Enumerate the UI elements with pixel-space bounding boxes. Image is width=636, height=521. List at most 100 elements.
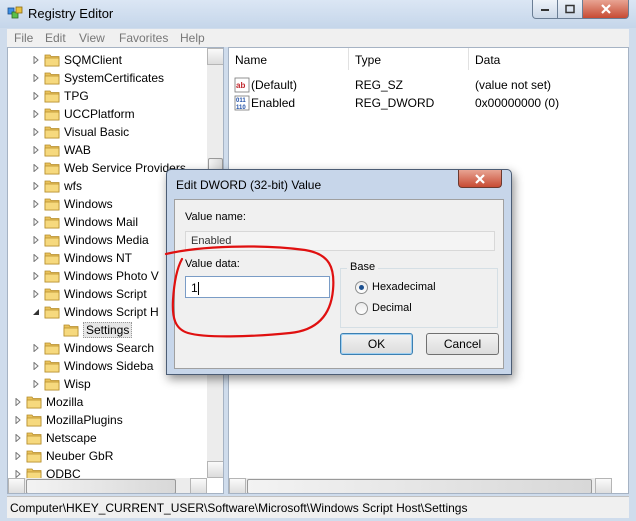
tree-item[interactable]: Neuber GbR: [8, 447, 207, 465]
scroll-right-arrow[interactable]: [595, 478, 612, 493]
decimal-radio[interactable]: [355, 302, 368, 315]
tree-item[interactable]: TPG: [8, 87, 207, 105]
tree-item[interactable]: Mozilla: [8, 393, 207, 411]
value-data-label: Value data:: [185, 258, 240, 270]
folder-icon: [44, 72, 60, 85]
title-bar[interactable]: Registry Editor: [0, 0, 636, 28]
column-header-name[interactable]: Name: [229, 48, 349, 70]
binary-value-icon: 011 110: [234, 95, 250, 111]
folder-icon: [44, 144, 60, 157]
tree-item[interactable]: Wisp: [8, 375, 207, 393]
tree-item[interactable]: WAB: [8, 141, 207, 159]
close-icon: [600, 4, 611, 14]
expand-arrow-icon[interactable]: [32, 380, 40, 388]
scroll-thumb[interactable]: [247, 479, 592, 493]
scroll-down-arrow[interactable]: [207, 461, 223, 478]
expand-arrow-icon[interactable]: [14, 452, 22, 460]
status-path: Computer\HKEY_CURRENT_USER\Software\Micr…: [10, 501, 468, 515]
folder-icon: [44, 216, 60, 229]
dialog-body: Value name: Enabled Value data: 1 Base H…: [174, 199, 504, 369]
scroll-right-arrow[interactable]: [190, 478, 207, 493]
value-row[interactable]: 011 110 Enabled REG_DWORD 0x00000000 (0): [229, 94, 628, 112]
tree-item-label: Windows: [64, 197, 113, 211]
folder-icon: [44, 90, 60, 103]
menu-favorites[interactable]: Favorites: [119, 31, 168, 45]
tree-item[interactable]: Netscape: [8, 429, 207, 447]
tree-item-label: Windows Photo V: [64, 269, 159, 283]
expand-arrow-icon[interactable]: [32, 236, 40, 244]
tree-item[interactable]: MozillaPlugins: [8, 411, 207, 429]
maximize-button[interactable]: [557, 0, 583, 19]
expand-arrow-icon[interactable]: [14, 434, 22, 442]
ok-button[interactable]: OK: [340, 333, 413, 355]
value-data: (value not set): [475, 78, 552, 92]
expand-arrow-icon[interactable]: [32, 74, 40, 82]
svg-text:110: 110: [236, 105, 246, 111]
value-type: REG_SZ: [355, 78, 404, 92]
cancel-button[interactable]: Cancel: [426, 333, 499, 355]
tree-item-label: Wisp: [64, 377, 91, 391]
hexadecimal-label[interactable]: Hexadecimal: [372, 281, 436, 293]
expand-arrow-icon[interactable]: [14, 470, 22, 478]
expand-arrow-icon[interactable]: [32, 128, 40, 136]
folder-icon: [26, 450, 42, 463]
folder-icon: [44, 288, 60, 301]
expand-arrow-icon[interactable]: [32, 146, 40, 154]
tree-item[interactable]: SystemCertificates: [8, 69, 207, 87]
folder-icon: [26, 414, 42, 427]
scroll-up-arrow[interactable]: [207, 48, 223, 65]
expand-arrow-icon[interactable]: [32, 110, 40, 118]
decimal-label[interactable]: Decimal: [372, 302, 412, 314]
folder-icon: [44, 54, 60, 67]
expand-arrow-icon[interactable]: [32, 362, 40, 370]
dialog-close-button[interactable]: [458, 170, 502, 188]
scroll-left-arrow[interactable]: [229, 478, 246, 493]
tree-item-label: Windows Media: [64, 233, 149, 247]
folder-icon: [44, 360, 60, 373]
hexadecimal-radio[interactable]: [355, 281, 368, 294]
value-name-field: Enabled: [185, 231, 495, 251]
expand-arrow-icon[interactable]: [32, 182, 40, 190]
string-value-icon: ab: [234, 77, 250, 93]
collapse-arrow-icon[interactable]: [32, 308, 40, 316]
menu-help[interactable]: Help: [180, 31, 205, 45]
expand-arrow-icon[interactable]: [32, 290, 40, 298]
scroll-left-arrow[interactable]: [8, 478, 25, 493]
expand-arrow-icon[interactable]: [32, 254, 40, 262]
expand-arrow-icon[interactable]: [32, 218, 40, 226]
folder-icon: [44, 198, 60, 211]
folder-icon: [44, 252, 60, 265]
menu-file[interactable]: File: [14, 31, 33, 45]
menu-edit[interactable]: Edit: [45, 31, 66, 45]
tree-horizontal-scrollbar[interactable]: [8, 478, 207, 493]
expand-arrow-icon[interactable]: [14, 416, 22, 424]
folder-icon: [44, 162, 60, 175]
expand-arrow-icon[interactable]: [32, 164, 40, 172]
tree-item-label: Neuber GbR: [46, 449, 114, 463]
expand-arrow-icon[interactable]: [32, 200, 40, 208]
column-header-type[interactable]: Type: [349, 48, 469, 70]
column-header-data[interactable]: Data: [469, 48, 628, 70]
scroll-thumb[interactable]: [26, 479, 176, 493]
expand-arrow-icon[interactable]: [32, 344, 40, 352]
expand-arrow-icon[interactable]: [32, 272, 40, 280]
close-icon: [475, 173, 485, 184]
status-bar: Computer\HKEY_CURRENT_USER\Software\Micr…: [7, 496, 629, 518]
close-button[interactable]: [582, 0, 629, 19]
expand-arrow-icon[interactable]: [32, 56, 40, 64]
tree-item[interactable]: UCCPlatform: [8, 105, 207, 123]
menu-view[interactable]: View: [79, 31, 105, 45]
value-data: 0x00000000 (0): [475, 96, 560, 110]
minimize-button[interactable]: [532, 0, 558, 19]
list-horizontal-scrollbar[interactable]: [229, 478, 612, 493]
expand-arrow-icon[interactable]: [32, 92, 40, 100]
tree-item[interactable]: Visual Basic: [8, 123, 207, 141]
value-row[interactable]: ab (Default) REG_SZ (value not set): [229, 76, 628, 94]
folder-icon: [44, 234, 60, 247]
maximize-icon: [565, 4, 575, 14]
tree-item[interactable]: SQMClient: [8, 51, 207, 69]
expand-arrow-icon[interactable]: [14, 398, 22, 406]
folder-icon: [44, 180, 60, 193]
value-data-input[interactable]: 1: [185, 276, 330, 298]
minimize-icon: [541, 9, 549, 11]
